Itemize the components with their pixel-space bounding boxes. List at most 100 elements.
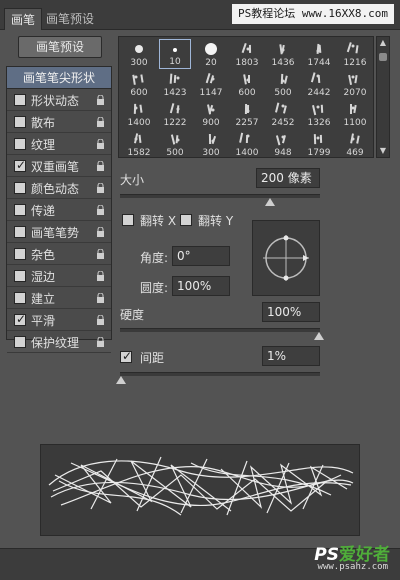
sidebar-item[interactable]: 保护纹理 xyxy=(7,331,111,353)
scroll-down-icon[interactable]: ▼ xyxy=(377,145,389,157)
sidebar-item-checkbox[interactable] xyxy=(14,204,26,216)
brush-tip[interactable]: 1582 xyxy=(123,129,155,157)
lock-icon[interactable] xyxy=(96,249,105,259)
sidebar-item-checkbox[interactable] xyxy=(14,292,26,304)
brush-tip[interactable]: 2442 xyxy=(303,69,335,99)
sidebar-item[interactable]: 湿边 xyxy=(7,265,111,287)
brush-tip[interactable]: 2452 xyxy=(267,99,299,129)
tab-brush-presets[interactable]: 画笔预设 xyxy=(40,8,100,30)
brush-tip[interactable]: 1100 xyxy=(339,99,371,129)
scroll-thumb[interactable] xyxy=(379,53,387,61)
tab-brush[interactable]: 画笔 xyxy=(4,8,43,30)
sidebar-item[interactable]: 建立 xyxy=(7,287,111,309)
brush-tip[interactable]: 10 xyxy=(159,39,191,69)
sidebar-item[interactable]: 颜色动态 xyxy=(7,177,111,199)
brush-tip-size: 1100 xyxy=(343,118,367,128)
flip-x-checkbox[interactable] xyxy=(122,214,134,226)
brush-tip-size: 900 xyxy=(202,118,220,128)
sidebar-item[interactable]: 传递 xyxy=(7,199,111,221)
sidebar-item[interactable]: 双重画笔 xyxy=(7,155,111,177)
brush-tip[interactable]: 1400 xyxy=(123,99,155,129)
brush-tip[interactable]: 600 xyxy=(231,69,263,99)
angle-input[interactable]: 0° xyxy=(172,246,230,266)
brush-tip-icon xyxy=(236,102,258,116)
sidebar-item[interactable]: 平滑 xyxy=(7,309,111,331)
brush-tip-icon xyxy=(344,72,366,86)
sidebar-item-checkbox[interactable] xyxy=(14,226,26,238)
brush-tip[interactable]: 1423 xyxy=(159,69,191,99)
sidebar-item-checkbox[interactable] xyxy=(14,158,26,172)
brush-tip[interactable]: 1222 xyxy=(159,99,191,129)
size-input[interactable]: 200 像素 xyxy=(256,168,320,188)
sidebar-item-checkbox[interactable] xyxy=(14,94,26,106)
brush-tip[interactable]: 2257 xyxy=(231,99,263,129)
lock-icon[interactable] xyxy=(96,183,105,193)
spacing-slider-knob[interactable] xyxy=(116,376,126,384)
spacing-input[interactable]: 1% xyxy=(262,346,320,366)
brush-grid-scrollbar[interactable]: ▲ ▼ xyxy=(376,36,390,158)
sidebar-item-checkbox[interactable] xyxy=(14,312,26,326)
brush-tip[interactable]: 600 xyxy=(123,69,155,99)
brush-tip-icon xyxy=(200,72,222,86)
lock-icon[interactable] xyxy=(96,139,105,149)
brush-tip[interactable]: 300 xyxy=(195,129,227,157)
sidebar-item-label: 双重画笔 xyxy=(31,160,80,174)
brush-presets-button[interactable]: 画笔预设 xyxy=(18,36,102,58)
brush-tip[interactable]: 1799 xyxy=(303,129,335,157)
size-slider-knob[interactable] xyxy=(265,198,275,206)
lock-icon[interactable] xyxy=(96,337,105,347)
sidebar-item[interactable]: 画笔笔势 xyxy=(7,221,111,243)
sidebar-item[interactable]: 形状动态 xyxy=(7,89,111,111)
sidebar-item-checkbox[interactable] xyxy=(14,182,26,194)
brush-tip[interactable]: 300 xyxy=(123,39,155,69)
brush-tip[interactable]: 500 xyxy=(159,129,191,157)
sidebar-item-checkbox[interactable] xyxy=(14,336,26,348)
lock-icon[interactable] xyxy=(96,117,105,127)
hardness-input[interactable]: 100% xyxy=(262,302,320,322)
sidebar-item[interactable]: 杂色 xyxy=(7,243,111,265)
hardness-slider-knob[interactable] xyxy=(314,332,324,340)
brush-tip-grid[interactable]: 300 10 20 1803 1436 1744 1216 600 1423 1147 600 500… xyxy=(118,36,374,158)
lock-icon[interactable] xyxy=(96,161,105,171)
lock-icon[interactable] xyxy=(96,95,105,105)
sidebar-item-label: 纹理 xyxy=(31,138,56,152)
brush-tip-size: 1147 xyxy=(199,88,223,98)
brush-tip[interactable]: 2070 xyxy=(339,69,371,99)
spacing-checkbox[interactable] xyxy=(120,349,132,363)
brush-tip[interactable]: 1147 xyxy=(195,69,227,99)
brush-tip[interactable]: 1436 xyxy=(267,39,299,69)
brush-tip[interactable]: 1216 xyxy=(339,39,371,69)
brush-tip-size: 1400 xyxy=(235,148,259,158)
lock-icon[interactable] xyxy=(96,315,105,325)
lock-icon[interactable] xyxy=(96,205,105,215)
brush-tip[interactable]: 900 xyxy=(195,99,227,129)
brush-tip[interactable]: 1326 xyxy=(303,99,335,129)
brush-tip[interactable]: 500 xyxy=(267,69,299,99)
angle-roundness-widget[interactable] xyxy=(252,220,320,296)
brush-tip-size: 2070 xyxy=(343,88,367,98)
size-slider-track[interactable] xyxy=(120,194,320,198)
brush-tip[interactable]: 1744 xyxy=(303,39,335,69)
spacing-slider-track[interactable] xyxy=(120,372,320,376)
brush-tip[interactable]: 1400 xyxy=(231,129,263,158)
brush-tip[interactable]: 1803 xyxy=(231,39,263,69)
brush-tip[interactable]: 20 xyxy=(195,39,227,69)
roundness-input[interactable]: 100% xyxy=(172,276,230,296)
brush-tip[interactable]: 948 xyxy=(267,129,299,157)
flip-y-checkbox[interactable] xyxy=(180,214,192,226)
sidebar-item[interactable]: 纹理 xyxy=(7,133,111,155)
stroke-preview-icon xyxy=(48,456,354,516)
lock-icon[interactable] xyxy=(96,227,105,237)
sidebar-item-brush-tip-shape[interactable]: 画笔笔尖形状 xyxy=(7,67,111,89)
sidebar-item-checkbox[interactable] xyxy=(14,138,26,150)
sidebar-item-checkbox[interactable] xyxy=(14,248,26,260)
brush-tip-size: 600 xyxy=(130,88,148,98)
hardness-slider-track[interactable] xyxy=(120,328,320,332)
lock-icon[interactable] xyxy=(96,271,105,281)
lock-icon[interactable] xyxy=(96,293,105,303)
sidebar-item-checkbox[interactable] xyxy=(14,270,26,282)
brush-tip[interactable]: 469 xyxy=(339,129,371,157)
scroll-up-icon[interactable]: ▲ xyxy=(377,37,389,49)
sidebar-item[interactable]: 散布 xyxy=(7,111,111,133)
sidebar-item-checkbox[interactable] xyxy=(14,116,26,128)
